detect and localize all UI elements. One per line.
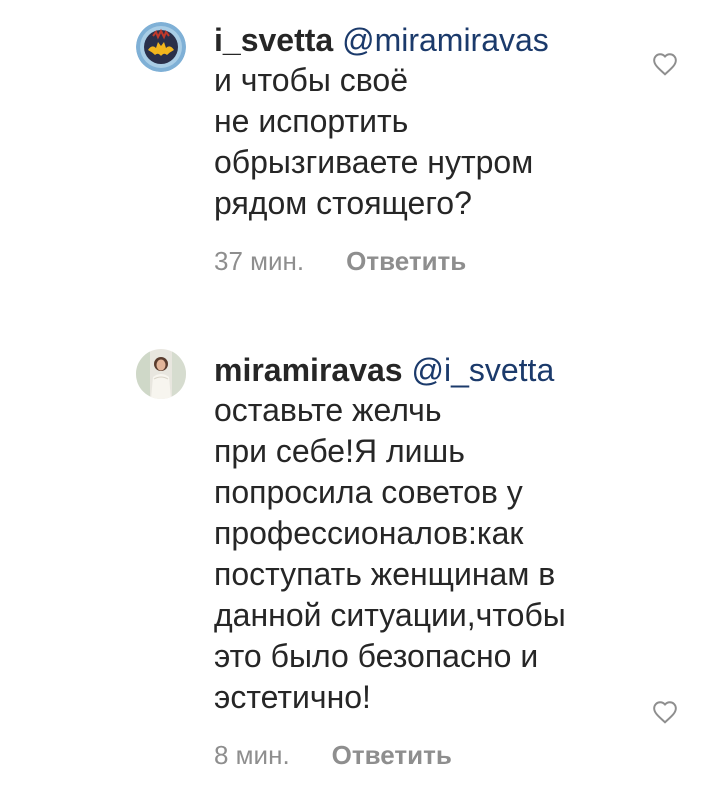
comment-meta: 8 мин. Ответить	[214, 740, 614, 771]
comment-mention[interactable]: @i_svetta	[411, 352, 554, 388]
comment-header: i_svetta @miramiravas	[214, 20, 614, 60]
heart-outline-icon[interactable]	[652, 52, 678, 76]
comment-time: 8 мин.	[214, 740, 290, 770]
comment-text: и чтобы своё не испортить обрызгиваете н…	[214, 62, 534, 221]
reply-button[interactable]: Ответить	[332, 740, 452, 771]
comment-username[interactable]: i_svetta	[214, 22, 333, 58]
comment-mention[interactable]: @miramiravas	[342, 22, 549, 58]
avatar[interactable]	[136, 22, 186, 72]
comment-header: miramiravas @i_svetta	[214, 350, 614, 390]
comment-text: оставьте желчь при себе!Я лишь попросила…	[214, 392, 566, 715]
comment-time: 37 мин.	[214, 246, 305, 276]
comment-meta: 37 мин. Ответить	[214, 246, 614, 277]
batman-avatar-icon	[136, 22, 186, 72]
avatar[interactable]	[136, 349, 186, 399]
comment-body: i_svetta @miramiravas и чтобы своё не ис…	[214, 20, 614, 277]
user-photo-avatar-icon	[136, 349, 186, 399]
comment-username[interactable]: miramiravas	[214, 352, 403, 388]
heart-outline-icon[interactable]	[652, 700, 678, 724]
reply-button[interactable]: Ответить	[346, 246, 466, 277]
comment-body: miramiravas @i_svetta оставьте желчь при…	[214, 350, 614, 771]
